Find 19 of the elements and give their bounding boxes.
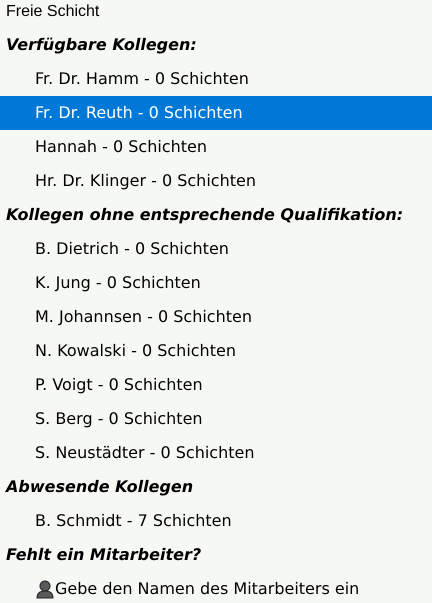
list-option[interactable]: B. Schmidt - 7 Schichten xyxy=(0,504,432,538)
list-option[interactable]: S. Neustädter - 0 Schichten xyxy=(0,436,432,470)
group-heading: Fehlt ein Mitarbeiter? xyxy=(6,544,202,566)
list-option[interactable]: Gebe den Namen des Mitarbeiters ein xyxy=(0,572,432,603)
list-option[interactable]: K. Jung - 0 Schichten xyxy=(0,266,432,300)
list-option[interactable]: M. Johannsen - 0 Schichten xyxy=(0,300,432,334)
list-option[interactable]: Freie Schicht xyxy=(0,0,432,28)
list-option[interactable]: Hannah - 0 Schichten xyxy=(0,130,432,164)
list-option[interactable]: N. Kowalski - 0 Schichten xyxy=(0,334,432,368)
group-heading: Verfügbare Kollegen: xyxy=(6,34,197,56)
list-option[interactable]: S. Berg - 0 Schichten xyxy=(0,402,432,436)
list-option[interactable]: Fr. Dr. Reuth - 0 Schichten xyxy=(0,96,432,130)
group-heading: Kollegen ohne entsprechende Qualifikation: xyxy=(6,204,404,226)
list-option[interactable]: P. Voigt - 0 Schichten xyxy=(0,368,432,402)
list-option[interactable]: Fr. Dr. Hamm - 0 Schichten xyxy=(0,62,432,96)
group-heading: Abwesende Kollegen xyxy=(6,476,194,498)
list-option[interactable]: B. Dietrich - 0 Schichten xyxy=(0,232,432,266)
list-option[interactable]: Hr. Dr. Klinger - 0 Schichten xyxy=(0,164,432,198)
person-icon xyxy=(35,579,55,599)
